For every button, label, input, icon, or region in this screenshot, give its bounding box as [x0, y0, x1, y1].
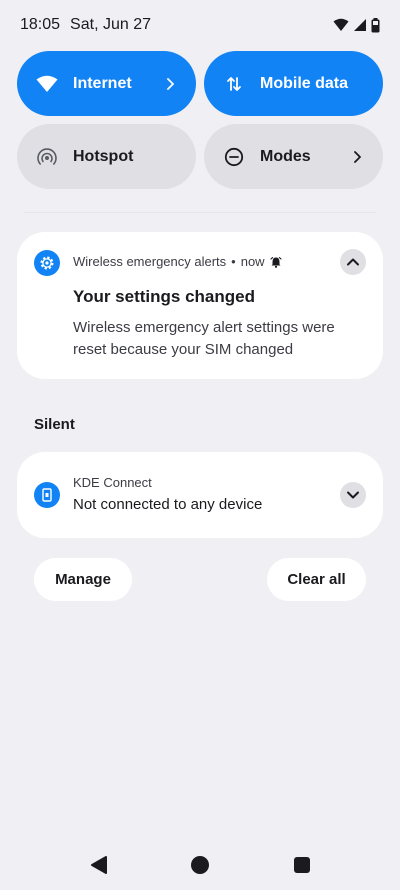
- settings-gear-icon: [34, 250, 60, 276]
- tile-internet-label: Internet: [73, 74, 132, 92]
- alarm-bell-icon: [270, 256, 282, 268]
- notification-shade: 18:05 Sat, Jun 27 Internet Mobile data H…: [0, 0, 400, 890]
- notification-text: Not connected to any device: [73, 496, 263, 513]
- chevron-right-icon: [162, 76, 178, 92]
- chevron-up-icon: [347, 258, 359, 266]
- battery-icon: [371, 17, 380, 32]
- expand-button[interactable]: [340, 482, 366, 508]
- status-date: Sat, Jun 27: [70, 16, 151, 33]
- tile-modes-label: Modes: [260, 147, 311, 165]
- wifi-signal-icon: [333, 18, 349, 31]
- status-icons: [333, 17, 380, 33]
- collapse-button[interactable]: [340, 249, 366, 275]
- back-button[interactable]: [88, 854, 110, 876]
- tile-hotspot-label: Hotspot: [73, 147, 134, 165]
- notification-time: now: [240, 254, 265, 269]
- kde-connect-icon: [34, 482, 60, 508]
- tiles-divider: [24, 212, 376, 216]
- home-button[interactable]: [189, 854, 211, 876]
- recents-square-icon: [294, 857, 310, 873]
- manage-button[interactable]: Manage: [34, 558, 132, 601]
- notification-wireless-alerts[interactable]: Wireless emergency alerts • now Your set…: [17, 232, 383, 379]
- notification-app-name: KDE Connect: [73, 475, 152, 490]
- status-clock: 18:05 Sat, Jun 27: [20, 16, 151, 34]
- tile-modes[interactable]: Modes: [204, 124, 383, 189]
- notification-title: Your settings changed: [73, 287, 255, 306]
- cell-signal-icon: [354, 19, 366, 31]
- notification-app-name: Wireless emergency alerts: [73, 254, 227, 269]
- chevron-down-icon: [347, 491, 359, 499]
- navigation-bar: [0, 842, 400, 886]
- notification-kde-connect[interactable]: KDE Connect Not connected to any device: [17, 452, 383, 538]
- tile-mobile-data-label: Mobile data: [260, 74, 349, 92]
- tile-mobile-data[interactable]: Mobile data: [204, 51, 383, 116]
- status-bar: 18:05 Sat, Jun 27: [0, 0, 400, 50]
- recents-button[interactable]: [291, 854, 313, 876]
- status-time: 18:05: [20, 16, 61, 33]
- home-circle-icon: [191, 856, 209, 874]
- back-triangle-icon: [91, 856, 107, 874]
- notification-header: Wireless emergency alerts • now: [73, 254, 282, 269]
- chevron-right-icon: [349, 149, 365, 165]
- tile-hotspot[interactable]: Hotspot: [17, 124, 196, 189]
- hotspot-icon: [35, 145, 59, 169]
- clear-all-button[interactable]: Clear all: [267, 558, 366, 601]
- tile-internet[interactable]: Internet: [17, 51, 196, 116]
- mobile-data-icon: [222, 72, 246, 96]
- notification-separator: •: [231, 254, 236, 269]
- modes-icon: [222, 145, 246, 169]
- notification-body: Wireless emergency alert settings were r…: [73, 319, 335, 358]
- silent-section-header: Silent: [34, 416, 75, 433]
- wifi-icon: [35, 72, 59, 96]
